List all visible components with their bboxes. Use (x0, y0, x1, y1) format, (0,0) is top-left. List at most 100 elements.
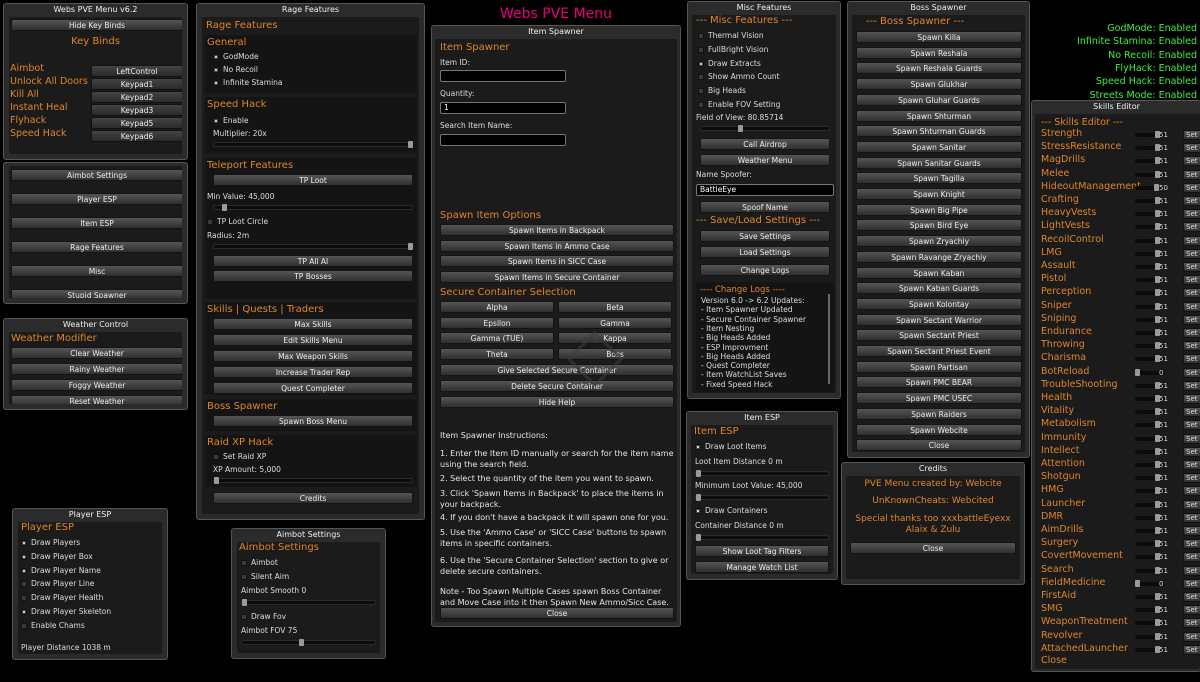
skill-set-button[interactable]: Set (1183, 341, 1200, 352)
boss-spawn-button[interactable]: Spawn Bird Eye (856, 219, 1022, 232)
checkbox-box[interactable] (241, 614, 247, 620)
checkbox-box[interactable] (21, 609, 27, 615)
item-spawner-window[interactable]: Item Spawner Item Spawner Item ID: Quant… (431, 25, 681, 627)
skill-set-button[interactable]: Set (1183, 460, 1200, 470)
aimbot-smooth-slider[interactable] (241, 599, 376, 606)
show-loot-tag-filters-button[interactable]: Show Loot Tag Filters (695, 545, 829, 557)
draw-containers-checkbox[interactable]: Draw Containers (695, 506, 768, 515)
skills-editor-window[interactable]: Skills Editor --- Skills Editor --- Stre… (1031, 100, 1200, 672)
boss-spawn-button[interactable]: Spawn Sectant Warrior (856, 313, 1022, 326)
skill-set-button[interactable]: Set (1183, 446, 1200, 457)
boss-spawn-button[interactable]: Spawn Ravange Zryachiy (856, 250, 1022, 263)
boss-spawn-button[interactable]: Spawn Partisan (856, 360, 1022, 373)
skill-set-button[interactable]: Set (1183, 209, 1200, 220)
loot-distance-slider[interactable] (695, 470, 829, 477)
key-bind-button[interactable]: Keypad5 (91, 117, 182, 129)
call-airdrop-button[interactable]: Call Airdrop (700, 138, 830, 150)
misc-option[interactable]: Enable FOV Setting (698, 100, 780, 109)
slider-thumb[interactable] (1135, 368, 1140, 376)
skill-set-button[interactable]: Set (1183, 499, 1200, 510)
skill-set-button[interactable]: Set (1183, 473, 1200, 484)
boss-spawn-button[interactable]: Spawn Kaban (856, 266, 1022, 279)
checkbox-box[interactable] (21, 567, 27, 574)
checkbox-box[interactable] (698, 88, 704, 95)
skill-set-button[interactable]: Set (1183, 539, 1200, 550)
tp-loot-button[interactable]: TP Loot (213, 174, 413, 186)
slider-thumb[interactable] (408, 141, 413, 148)
skill-set-button[interactable]: Set (1183, 235, 1200, 246)
weather-menu-button[interactable]: Weather Menu (700, 154, 830, 166)
slider-thumb[interactable] (738, 125, 744, 132)
boss-spawn-button[interactable]: Spawn Killa (856, 31, 1022, 43)
skill-set-button[interactable]: Set (1183, 605, 1200, 616)
key-bind-button[interactable]: Keypad2 (91, 91, 182, 103)
checkbox-box[interactable] (698, 74, 704, 81)
boss-spawn-button[interactable]: Spawn Sectant Priest Event (856, 345, 1022, 357)
boss-spawn-button[interactable]: Spawn PMC USEC (856, 392, 1022, 405)
checkbox-box[interactable] (698, 46, 704, 53)
skill-set-button[interactable]: Set (1183, 143, 1200, 154)
checkbox-box[interactable] (241, 574, 247, 580)
credits-close-button[interactable]: Close (850, 542, 1016, 554)
checkbox-box[interactable] (698, 102, 704, 108)
skill-set-button[interactable]: Set (1183, 512, 1200, 523)
slider-thumb[interactable] (408, 243, 413, 250)
xp-amount-slider[interactable] (213, 477, 413, 484)
skill-set-button[interactable]: Set (1183, 394, 1200, 404)
slider-thumb[interactable] (696, 534, 701, 541)
skill-set-button[interactable]: Set (1183, 196, 1200, 206)
player-esp-option[interactable]: Draw Players (21, 538, 80, 547)
container-option[interactable]: Gamma (TUE) (440, 332, 554, 344)
weather-button[interactable]: Clear Weather (11, 347, 182, 359)
container-option[interactable]: Alpha (440, 301, 554, 313)
boss-spawn-button[interactable]: Spawn Zryachiy (856, 235, 1022, 248)
checkbox-box[interactable] (21, 622, 27, 629)
main-nav-button[interactable]: Item ESP (11, 217, 182, 229)
give-selected-container-button[interactable]: Give Selected Secure Container (440, 364, 674, 376)
draw-loot-checkbox[interactable]: Draw Loot Items (695, 442, 767, 451)
skills-button[interactable]: Max Weapon Skills (213, 350, 413, 362)
skill-set-button[interactable]: Set (1183, 222, 1200, 233)
boss-spawn-button[interactable]: Spawn Reshala Guards (856, 62, 1022, 75)
misc-option[interactable]: Draw Extracts (698, 59, 761, 68)
checkbox-box[interactable] (695, 444, 701, 450)
boss-spawn-button[interactable]: Spawn Raiders (856, 407, 1022, 420)
skill-set-button[interactable]: Set (1183, 328, 1200, 338)
skill-set-button[interactable]: Set (1183, 248, 1200, 259)
skill-set-button[interactable]: Set (1183, 407, 1200, 418)
skills-button[interactable]: Increase Trader Rep (213, 366, 413, 378)
item-spawner-close-button[interactable]: Close (440, 607, 674, 619)
boss-spawn-button[interactable]: Spawn Big Pipe (856, 203, 1022, 216)
checkbox-box[interactable] (21, 595, 27, 602)
checkbox-box[interactable] (21, 553, 27, 560)
boss-spawn-button[interactable]: Close (856, 439, 1022, 452)
misc-option[interactable]: Thermal Vision (698, 31, 764, 40)
checkbox-box[interactable] (207, 219, 213, 225)
skill-set-button[interactable]: Set (1183, 288, 1200, 299)
boss-spawn-button[interactable]: Spawn Webcite (856, 423, 1022, 436)
weather-button[interactable]: Rainy Weather (11, 363, 182, 375)
boss-spawner-window[interactable]: Boss Spawner --- Boss Spawner --- Spawn … (847, 1, 1030, 458)
speed-multiplier-slider[interactable] (213, 141, 413, 148)
checkbox-box[interactable] (213, 67, 219, 73)
weather-control-window[interactable]: Weather Control Weather Modifier Clear W… (3, 318, 188, 410)
spoof-name-button[interactable]: Spoof Name (700, 201, 830, 213)
speed-enable-checkbox[interactable]: Enable (213, 116, 249, 125)
boss-spawn-button[interactable]: Spawn Sectant Priest (856, 329, 1022, 342)
change-logs-scrollbar[interactable] (828, 294, 830, 384)
hide-help-button[interactable]: Hide Help (440, 396, 674, 408)
skill-set-button[interactable]: Set (1183, 262, 1200, 272)
checkbox-box[interactable] (213, 454, 219, 460)
checkbox-box[interactable] (698, 33, 704, 39)
name-spoofer-input[interactable]: BattleEye (696, 184, 834, 196)
checkbox-box[interactable] (213, 80, 219, 86)
tp-bosses-button[interactable]: TP Bosses (213, 270, 413, 282)
player-esp-option[interactable]: Draw Player Health (21, 593, 103, 602)
boss-spawn-button[interactable]: Spawn Gluhar Guards (856, 93, 1022, 106)
load-settings-button[interactable]: Load Settings (700, 246, 830, 258)
misc-option[interactable]: Big Heads (698, 86, 746, 95)
main-nav-button[interactable]: Aimbot Settings (11, 169, 182, 181)
skill-set-button[interactable]: Set (1183, 565, 1200, 576)
skill-set-button[interactable]: Set (1183, 169, 1200, 180)
player-esp-option[interactable]: Draw Player Name (21, 566, 101, 575)
